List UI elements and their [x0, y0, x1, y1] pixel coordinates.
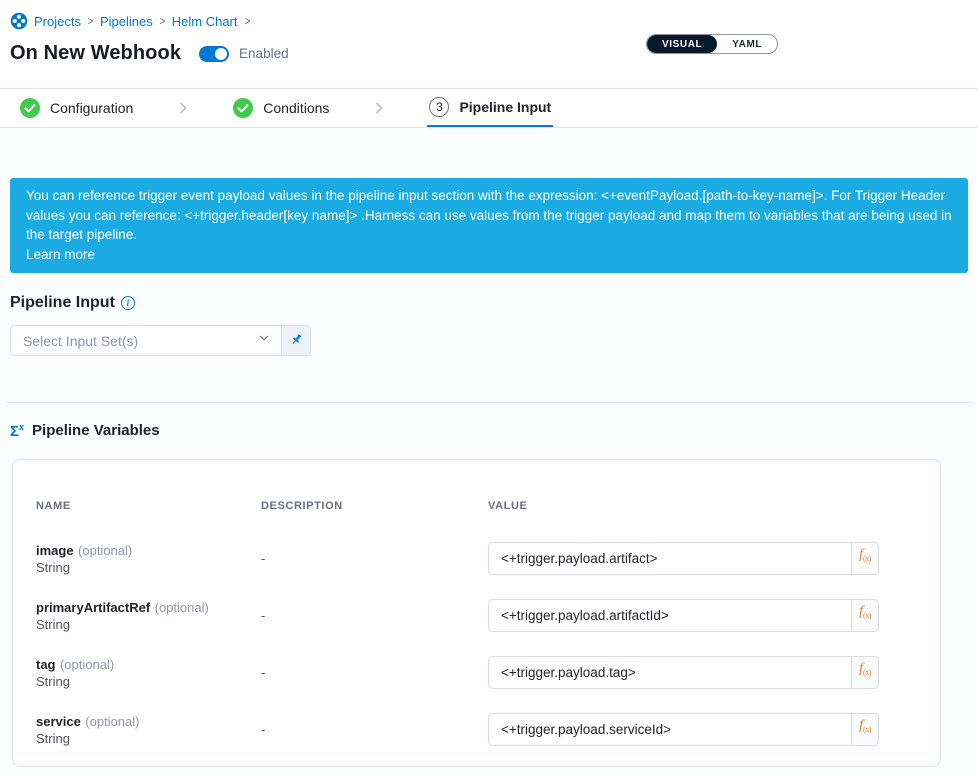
- enabled-label: Enabled: [239, 46, 289, 61]
- variable-optional-label: (optional): [78, 543, 132, 558]
- variable-value-cell: f(x): [488, 542, 917, 575]
- variable-name-cell: image (optional) String: [36, 542, 261, 576]
- table-header: NAME DESCRIPTION VALUE: [36, 460, 917, 530]
- variable-value-input[interactable]: [488, 713, 852, 746]
- variable-description: -: [261, 551, 488, 566]
- variable-optional-label: (optional): [60, 657, 114, 672]
- input-set-select[interactable]: Select Input Set(s): [11, 326, 281, 355]
- visual-yaml-toggle: VISUAL YAML: [646, 34, 778, 54]
- variable-name: tag: [36, 657, 56, 672]
- column-header-description: DESCRIPTION: [261, 500, 488, 530]
- info-banner: You can reference trigger event payload …: [10, 178, 968, 273]
- table-row: tag (optional) String - f(x): [36, 644, 917, 701]
- tab-label: Conditions: [263, 100, 329, 116]
- column-header-name: NAME: [36, 500, 261, 530]
- learn-more-link[interactable]: Learn more: [26, 245, 95, 265]
- breadcrumb-separator: >: [159, 14, 165, 28]
- pipeline-variables-heading: Pipeline Variables: [32, 422, 160, 439]
- variable-name: service: [36, 714, 81, 729]
- enabled-toggle-group: Enabled: [199, 46, 289, 62]
- enabled-toggle[interactable]: [199, 46, 229, 62]
- section-divider: [6, 402, 972, 403]
- chevron-right-icon: [371, 89, 387, 127]
- sigma-variables-icon: Σx: [10, 423, 24, 439]
- main-content: You can reference trigger event payload …: [0, 128, 978, 778]
- tab-conditions[interactable]: Conditions: [231, 89, 331, 127]
- variable-optional-label: (optional): [85, 714, 139, 729]
- breadcrumb: Projects > Pipelines > Helm Chart >: [10, 12, 968, 30]
- breadcrumb-pipelines[interactable]: Pipelines: [100, 14, 153, 29]
- breadcrumb-helm-chart[interactable]: Helm Chart: [172, 14, 238, 29]
- page-title: On New Webhook: [10, 42, 181, 65]
- chevron-right-icon: [175, 89, 191, 127]
- wizard-tabbar: Configuration Conditions 3 Pipeline Inpu…: [0, 88, 978, 128]
- input-set-select-group: Select Input Set(s): [10, 325, 311, 356]
- check-circle-icon: [233, 98, 253, 118]
- table-row: service (optional) String - f(x): [36, 701, 917, 758]
- column-header-value: VALUE: [488, 500, 917, 530]
- visual-tab[interactable]: VISUAL: [647, 35, 717, 53]
- page-header: Projects > Pipelines > Helm Chart > On N…: [0, 0, 978, 88]
- variable-name-cell: tag (optional) String: [36, 656, 261, 690]
- variable-value-input[interactable]: [488, 542, 852, 575]
- info-icon[interactable]: i: [121, 296, 135, 310]
- title-row: On New Webhook Enabled: [10, 42, 968, 65]
- variable-type: String: [36, 616, 261, 633]
- step-number-badge: 3: [429, 97, 449, 117]
- pin-icon: [289, 332, 304, 350]
- variable-value-input[interactable]: [488, 599, 852, 632]
- input-set-placeholder: Select Input Set(s): [23, 333, 138, 349]
- variable-value-cell: f(x): [488, 713, 917, 746]
- variable-name: image: [36, 543, 74, 558]
- variable-description: -: [261, 665, 488, 680]
- variable-type: String: [36, 559, 261, 576]
- pipeline-input-heading-row: Pipeline Input i: [10, 294, 968, 312]
- variable-optional-label: (optional): [155, 600, 209, 615]
- banner-message: You can reference trigger event payload …: [26, 188, 952, 242]
- variable-description: -: [261, 722, 488, 737]
- tab-pipeline-input[interactable]: 3 Pipeline Input: [427, 89, 553, 127]
- variable-name-cell: service (optional) String: [36, 713, 261, 747]
- fx-expression-button[interactable]: f(x): [852, 542, 879, 575]
- tab-label: Pipeline Input: [459, 99, 551, 115]
- variable-type: String: [36, 673, 261, 690]
- variable-value-cell: f(x): [488, 599, 917, 632]
- variable-type: String: [36, 730, 261, 747]
- variable-value-input[interactable]: [488, 656, 852, 689]
- pin-button[interactable]: [281, 326, 310, 355]
- yaml-tab[interactable]: YAML: [717, 35, 777, 53]
- chevron-down-icon: [257, 331, 271, 350]
- fx-expression-button[interactable]: f(x): [852, 599, 879, 632]
- fx-expression-button[interactable]: f(x): [852, 713, 879, 746]
- breadcrumb-separator: >: [244, 14, 250, 28]
- variable-description: -: [261, 608, 488, 623]
- breadcrumb-separator: >: [88, 14, 94, 28]
- variable-value-cell: f(x): [488, 656, 917, 689]
- project-icon: [10, 12, 28, 30]
- tab-label: Configuration: [50, 100, 133, 116]
- table-row: image (optional) String - f(x): [36, 530, 917, 587]
- pipeline-input-heading: Pipeline Input: [10, 294, 115, 312]
- variable-name: primaryArtifactRef: [36, 600, 150, 615]
- fx-expression-button[interactable]: f(x): [852, 656, 879, 689]
- table-row: primaryArtifactRef (optional) String - f…: [36, 587, 917, 644]
- pipeline-variables-heading-row: Σx Pipeline Variables: [10, 422, 968, 439]
- tab-configuration[interactable]: Configuration: [18, 89, 135, 127]
- breadcrumb-projects[interactable]: Projects: [34, 14, 81, 29]
- check-circle-icon: [20, 98, 40, 118]
- variables-card: NAME DESCRIPTION VALUE image (optional) …: [12, 459, 941, 767]
- variable-name-cell: primaryArtifactRef (optional) String: [36, 599, 261, 633]
